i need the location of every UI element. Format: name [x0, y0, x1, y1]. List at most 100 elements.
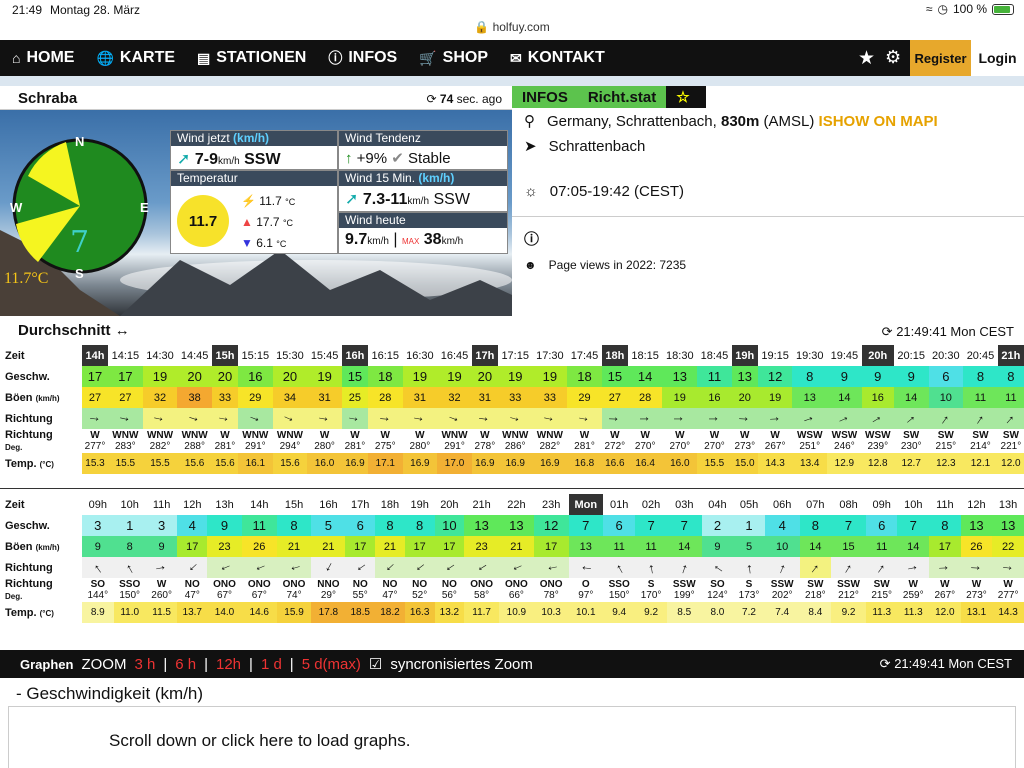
nav-item-home[interactable]: ⌂ HOME — [12, 49, 74, 67]
gust-cell: 29 — [237, 387, 273, 408]
nav-item-shop[interactable]: 🛒 SHOP — [419, 49, 488, 67]
temp-cell: 13.1 — [960, 602, 993, 623]
time-cell: 20:30 — [932, 349, 960, 362]
speed-cell: 8 — [929, 515, 961, 536]
login-button[interactable]: Login — [971, 40, 1024, 76]
temp-cell: 17.8 — [311, 602, 346, 623]
direction-name: SO — [710, 579, 725, 590]
direction-name: W — [675, 430, 685, 441]
direction-deg: 294° — [279, 441, 301, 452]
direction-cell: SW 214° — [963, 429, 998, 453]
table-row: Zeit 14h 14:15 14:30 14:45 15h 15:15 15:30 15:45… — [0, 345, 1024, 366]
direction-arrow-cell: ↑ — [497, 408, 533, 429]
load-graphs-message[interactable]: Scroll down or click here to load graphs… — [109, 731, 410, 751]
sync-zoom-checkbox[interactable]: ☑ — [369, 655, 382, 673]
direction-cell: W 270° — [662, 429, 697, 453]
direction-name: ONO — [213, 579, 236, 590]
graph-load-area[interactable]: Scroll down or click here to load graphs… — [8, 706, 1016, 768]
time-cell: 14h — [82, 345, 109, 366]
row-label: Geschw. — [5, 519, 50, 532]
direction-arrow-cell: ↑ — [861, 408, 894, 429]
zoom-3h[interactable]: 3 h — [134, 656, 155, 673]
direction-cell: NO 47° — [375, 578, 405, 602]
direction-name: S — [647, 579, 655, 590]
expand-arrows-icon: ↔ — [114, 322, 130, 339]
nav-item-kontakt[interactable]: ✉ KONTAKT — [510, 49, 605, 67]
show-on-map-link[interactable]: ISHOW ON MAPI — [819, 113, 938, 130]
direction-deg: 218° — [805, 590, 826, 601]
favorite-star-icon[interactable]: ★ — [858, 47, 875, 70]
tab-infos[interactable]: INFOS — [512, 86, 578, 108]
temp-cell: 16.6 — [601, 453, 628, 474]
direction-cell: W 277° — [82, 429, 108, 453]
settings-gear-icon[interactable]: ⚙ — [885, 47, 901, 68]
direction-deg: 212° — [838, 590, 859, 601]
time-cell: 01h — [609, 498, 629, 511]
direction-name: WNW — [242, 430, 269, 441]
update-age[interactable]: ⟳ 74 sec. ago — [427, 92, 502, 106]
address-bar[interactable]: 🔒 holfuy.com — [0, 20, 1024, 40]
direction-name: WSW — [831, 430, 858, 441]
temp-cell: 10.3 — [533, 602, 569, 623]
speed-cell: 16 — [237, 366, 273, 387]
direction-name: WNW — [112, 430, 139, 441]
zoom-12h[interactable]: 12h — [216, 656, 241, 673]
time-cell: 18:30 — [666, 349, 694, 362]
wind-direction-arrow-icon: ↑ — [381, 559, 399, 576]
speed-cell: 20 — [211, 366, 238, 387]
direction-deg: 281° — [344, 441, 366, 452]
gust-cell: 17 — [404, 536, 435, 557]
time-cell: 13h — [215, 498, 234, 511]
wind-direction-arrow-icon: ↑ — [445, 412, 464, 425]
direction-arrow-cell: ↑ — [241, 557, 277, 578]
time-cell: 14:30 — [146, 349, 174, 362]
wind-direction-arrow-icon: ↑ — [122, 558, 137, 577]
temp-cell: 15.9 — [276, 602, 312, 623]
row-label: Geschw. — [5, 370, 50, 383]
direction-cell: NO 52° — [405, 578, 435, 602]
nav-item-infos[interactable]: ⓘ INFOS — [328, 48, 397, 68]
speed-cell: 17 — [108, 366, 143, 387]
temp-cell: 17.0 — [437, 453, 472, 474]
tab-richt-stat[interactable]: Richt.stat — [577, 86, 667, 108]
direction-cell: W 273° — [961, 578, 993, 602]
temp-min: 6.1 — [256, 236, 273, 250]
chart-icon: ▤ — [197, 49, 211, 66]
register-button[interactable]: Register — [910, 40, 971, 76]
direction-name: SW — [1002, 430, 1019, 441]
gust-cell: 9 — [701, 536, 734, 557]
gust-cell: 25 — [341, 387, 368, 408]
nav-item-karte[interactable]: 🌐 KARTE — [96, 49, 175, 67]
direction-deg: 273° — [966, 590, 987, 601]
direction-deg: 52° — [412, 590, 428, 601]
altitude: 830m — [720, 112, 760, 130]
direction-deg: 78° — [543, 590, 559, 601]
favorite-star-outline-icon[interactable]: ☆ — [666, 86, 707, 108]
average-table: Zeit 14h 14:15 14:30 14:45 15h 15:15 15:30 15:45… — [0, 345, 1024, 474]
status-bar: 21:49 Montag 28. März ≈ ◷ 100 % — [0, 0, 1024, 20]
wind-direction-arrow-icon: ↑ — [541, 413, 559, 424]
direction-name: SSW — [672, 579, 696, 590]
direction-deg: 260° — [151, 590, 172, 601]
temp-cell: 16.0 — [307, 453, 342, 474]
nav-item-stationen[interactable]: ▤ STATIONEN — [197, 49, 306, 67]
gust-cell: 13 — [792, 387, 828, 408]
refresh-icon: ⟳ — [426, 92, 437, 106]
sun-times: 07:05-19:42 (CEST) — [549, 183, 684, 200]
gust-cell: 26 — [241, 536, 277, 557]
wind-direction-arrow-icon: ↑ — [801, 412, 819, 425]
status-right: ≈ ◷ 100 % — [926, 2, 1014, 16]
speed-cell: 4 — [177, 515, 208, 536]
temperature-box: Temperatur 11.7 ⚡ 11.7 °C ▲ 17.7 °C ▼ 6.… — [170, 170, 338, 254]
speed-cell: 19 — [497, 366, 533, 387]
zoom-5d[interactable]: 5 d(max) — [302, 656, 361, 673]
speed-cell: 15 — [341, 366, 368, 387]
zoom-1d[interactable]: 1 d — [261, 656, 282, 673]
direction-arrow-cell: ↑ — [928, 408, 964, 429]
direction-arrow-cell: ↑ — [733, 557, 765, 578]
time-cell: 19h — [731, 345, 758, 366]
speed-cell: 9 — [893, 366, 929, 387]
info-circle-icon[interactable]: ⓘ — [524, 228, 539, 249]
speed-graph-title[interactable]: - Geschwindigkeit (km/h) — [16, 684, 203, 704]
zoom-6h[interactable]: 6 h — [175, 656, 196, 673]
